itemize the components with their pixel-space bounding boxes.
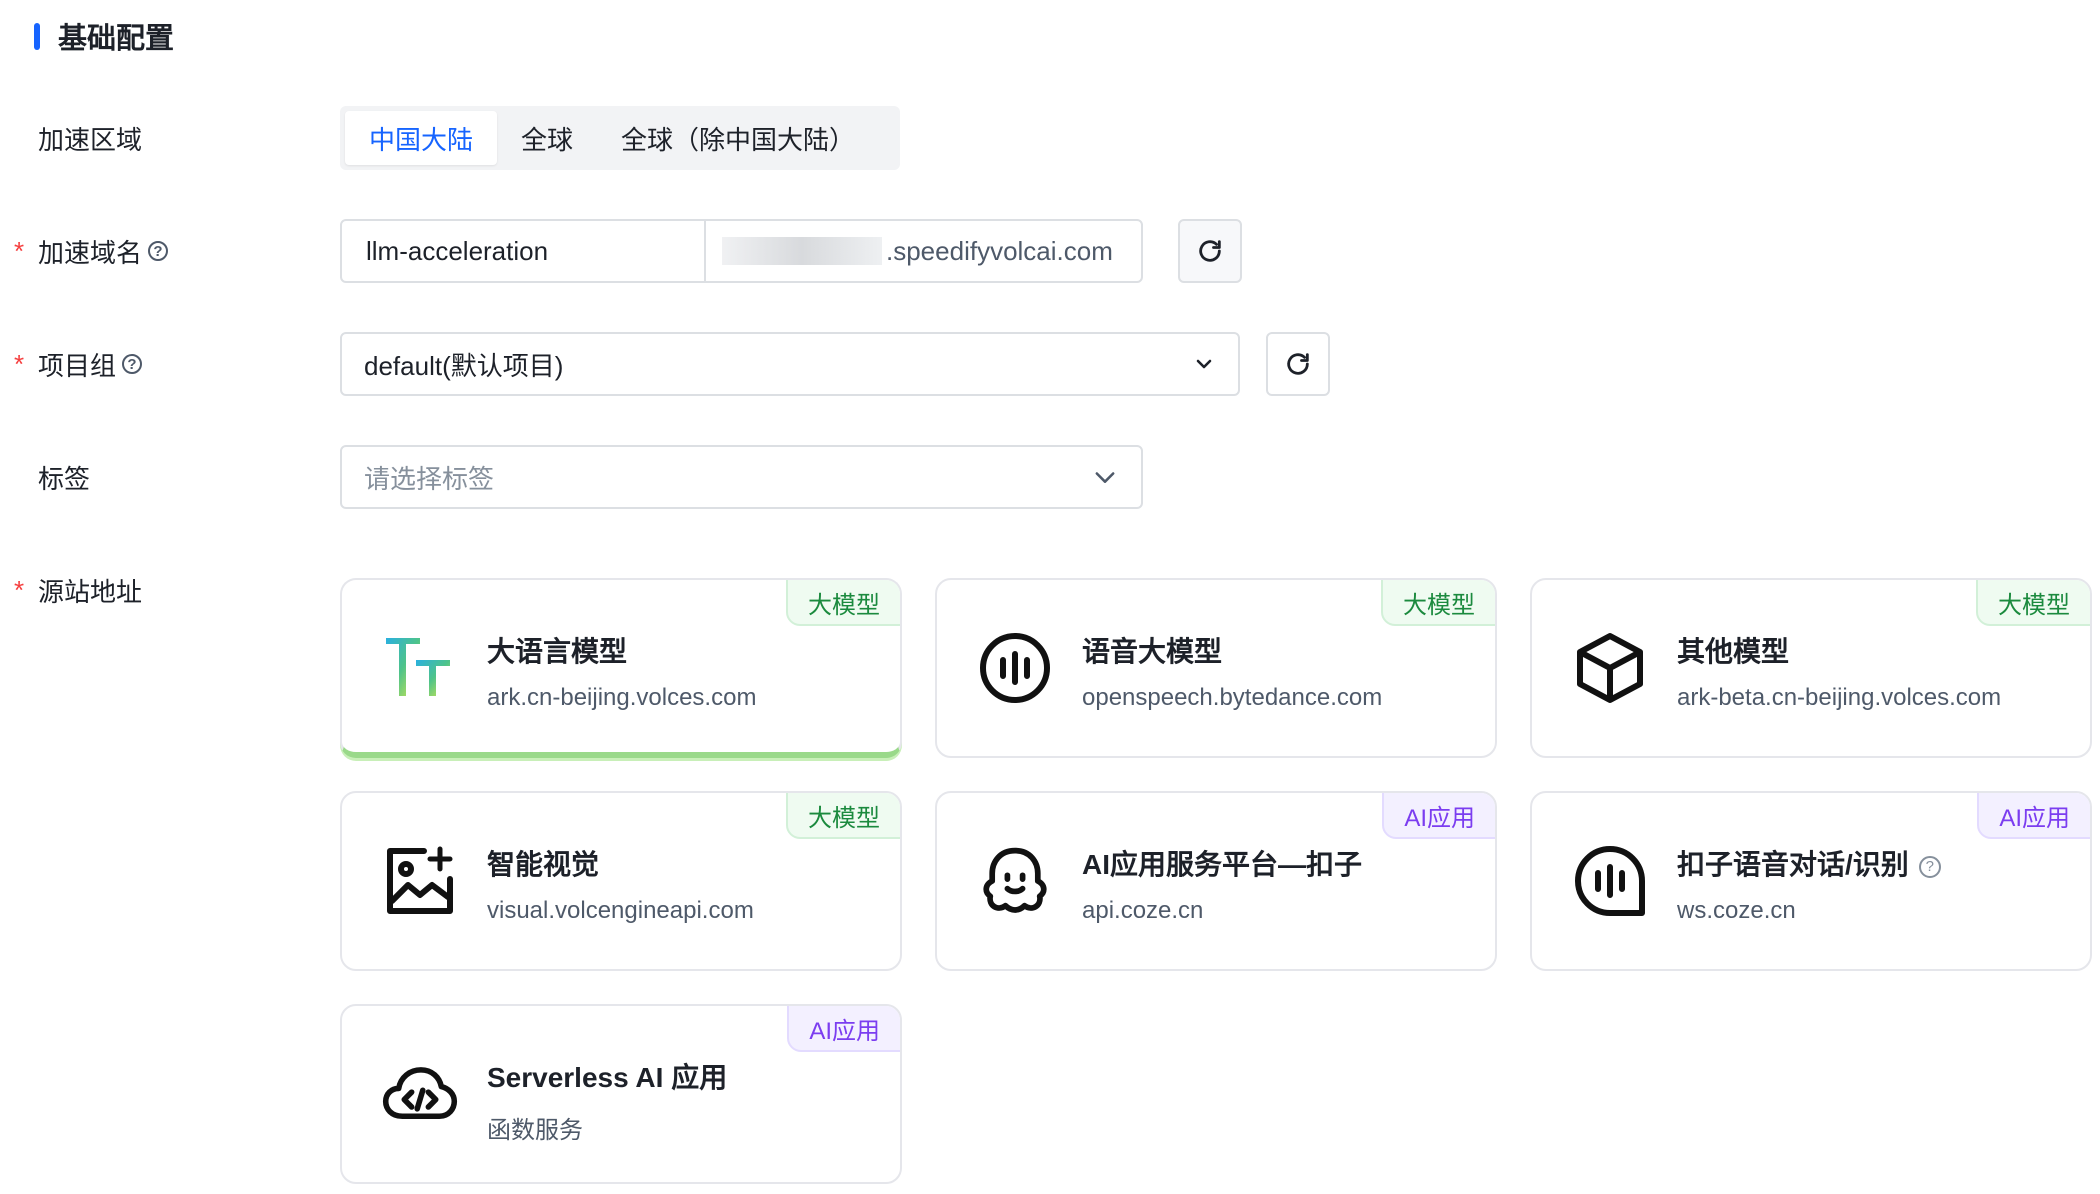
origin-card-llm[interactable]: 大模型 大语言模型 ark.cn-beijing.volces.com	[340, 578, 902, 758]
tags-select[interactable]: 请选择标签	[340, 445, 1143, 509]
card-title: Serverless AI 应用	[487, 1062, 728, 1093]
region-segmented-control: 中国大陆 全球 全球（除中国大陆）	[340, 106, 900, 170]
card-title-text: 扣子语音对话/识别	[1677, 849, 1909, 880]
project-select-value: default(默认项目)	[364, 350, 564, 381]
card-title: 语音大模型	[1082, 636, 1223, 667]
section-title: 基础配置	[58, 23, 175, 55]
domain-prefix-input[interactable]: llm-acceleration	[342, 221, 706, 281]
model-tag: 大模型	[1381, 580, 1495, 626]
project-label-text: 项目组	[38, 350, 117, 381]
origin-card-coze[interactable]: AI应用 AI应用服务平台—扣子 api.coze.cn	[935, 791, 1497, 971]
refresh-icon	[1199, 240, 1221, 262]
domain-label: 加速域名 ?	[38, 231, 169, 271]
chevron-down-icon	[1095, 472, 1115, 483]
domain-input-group: llm-acceleration .speedifyvolcai.com	[340, 219, 1143, 283]
refresh-project-button[interactable]	[1266, 332, 1330, 396]
help-icon[interactable]: ?	[122, 354, 143, 374]
model-tag: 大模型	[1976, 580, 2090, 626]
card-subtitle: ws.coze.cn	[1677, 897, 1796, 924]
redacted-region	[722, 237, 882, 265]
domain-label-text: 加速域名	[38, 237, 143, 268]
region-option-china[interactable]: 中国大陆	[345, 111, 498, 165]
domain-suffix: .speedifyvolcai.com	[706, 221, 1141, 281]
voice-wave-icon	[977, 630, 1053, 706]
help-icon[interactable]: ?	[1918, 855, 1941, 878]
app-tag: AI应用	[1977, 793, 2090, 839]
cube-icon	[1572, 630, 1648, 706]
card-title: 智能视觉	[487, 849, 600, 880]
region-option-global[interactable]: 全球	[497, 111, 597, 165]
card-title: 大语言模型	[487, 636, 628, 667]
refresh-domain-button[interactable]	[1178, 219, 1242, 283]
card-title: 扣子语音对话/识别?	[1677, 843, 1941, 883]
image-sparkle-icon	[382, 843, 458, 919]
section-header: 基础配置	[34, 18, 175, 55]
card-subtitle: 函数服务	[487, 1117, 583, 1144]
region-label: 加速区域	[38, 124, 143, 155]
origin-card-coze-voice[interactable]: AI应用 扣子语音对话/识别? ws.coze.cn	[1530, 791, 2092, 971]
origin-card-vision[interactable]: 大模型 智能视觉 visual.volcengineapi.com	[340, 791, 902, 971]
card-subtitle: openspeech.bytedance.com	[1082, 684, 1383, 711]
voice-bubble-icon	[1572, 843, 1648, 919]
tags-label: 标签	[38, 463, 91, 494]
required-mark: *	[14, 235, 25, 266]
refresh-icon	[1287, 353, 1309, 375]
app-tag: AI应用	[787, 1006, 900, 1052]
tags-select-placeholder: 请选择标签	[364, 463, 495, 494]
chevron-down-icon	[1196, 359, 1212, 369]
origin-card-serverless[interactable]: AI应用 Serverless AI 应用 函数服务	[340, 1004, 902, 1184]
card-title: AI应用服务平台—扣子	[1082, 849, 1363, 880]
section-accent-bar	[34, 22, 40, 50]
help-icon[interactable]: ?	[148, 241, 169, 261]
text-tt-icon	[382, 630, 458, 706]
model-tag: 大模型	[786, 793, 900, 839]
coze-face-icon	[977, 843, 1053, 919]
origin-card-speech[interactable]: 大模型 语音大模型 openspeech.bytedance.com	[935, 578, 1497, 758]
app-tag: AI应用	[1382, 793, 1495, 839]
origin-label: 源站地址	[38, 576, 143, 607]
project-label: 项目组 ?	[38, 344, 143, 384]
model-tag: 大模型	[786, 580, 900, 626]
required-mark: *	[14, 574, 25, 605]
card-subtitle: ark.cn-beijing.volces.com	[487, 684, 757, 711]
origin-card-other-model[interactable]: 大模型 其他模型 ark-beta.cn-beijing.volces.com	[1530, 578, 2092, 758]
cloud-code-icon	[382, 1056, 458, 1132]
card-subtitle: api.coze.cn	[1082, 897, 1204, 924]
project-select[interactable]: default(默认项目)	[340, 332, 1240, 396]
domain-suffix-text: .speedifyvolcai.com	[886, 235, 1113, 266]
card-title: 其他模型	[1677, 636, 1790, 667]
card-subtitle: ark-beta.cn-beijing.volces.com	[1677, 684, 2002, 711]
required-mark: *	[14, 348, 25, 379]
region-option-global-ex-china[interactable]: 全球（除中国大陆）	[597, 111, 879, 165]
card-subtitle: visual.volcengineapi.com	[487, 897, 754, 924]
